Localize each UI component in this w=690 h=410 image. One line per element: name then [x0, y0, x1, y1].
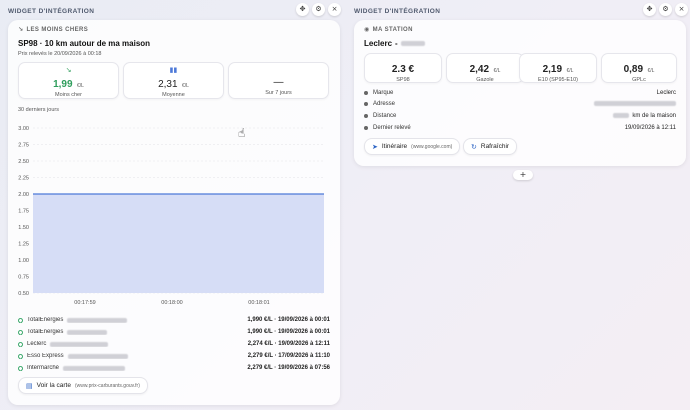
map-pin-icon — [18, 365, 25, 371]
y-tick-label: 1.75 — [18, 209, 29, 215]
gear-icon[interactable]: ⚙ — [312, 3, 325, 16]
location-icon: ◉ — [364, 27, 370, 33]
detail-distance: Distance km de la maison — [364, 110, 676, 121]
left-subtitle: Prix relevés le 20/09/2026 à 00:18 — [18, 51, 102, 57]
chart-caption: 30 derniers jours — [18, 107, 59, 113]
map-pin-icon — [18, 353, 25, 359]
right-widget-actions: ✥ ⚙ × — [643, 3, 688, 16]
move-icon[interactable]: ✥ — [643, 3, 656, 16]
right-title: Leclerc - — [364, 39, 425, 48]
station-row[interactable]: TotalEnergies 1,990 €/L · 19/09/2026 à 0… — [18, 326, 330, 338]
y-tick-label: 1.25 — [18, 242, 29, 248]
map-pin-icon — [18, 317, 25, 323]
x-tick-label: 00:18:01 — [248, 300, 269, 306]
close-icon[interactable]: × — [675, 3, 688, 16]
detail-marque: Marque Leclerc — [364, 87, 676, 98]
y-tick-label: 2.50 — [18, 159, 29, 165]
right-section-label: ◉ MA STATION — [364, 26, 413, 34]
y-tick-label: 2.25 — [18, 176, 29, 182]
y-tick-label: 3.00 — [18, 126, 29, 132]
navigation-arrow-icon: ➤ — [372, 142, 378, 151]
y-tick-label: 1.50 — [18, 225, 29, 231]
view-map-button[interactable]: ▤ Voir la carte (www.prix-carburants.gou… — [18, 377, 148, 394]
y-tick-label: 0.50 — [18, 291, 29, 297]
y-tick-label: 2.00 — [18, 192, 29, 198]
station-row[interactable]: Intermarché 2,279 €/L · 19/09/2026 à 07:… — [18, 362, 330, 374]
stat-value: — — [273, 77, 284, 88]
price-gplc: 0,89 €/L GPLc — [601, 53, 677, 83]
map-pin-icon — [18, 329, 25, 335]
x-tick-label: 00:17:59 — [74, 300, 95, 306]
stat-label: Moyenne — [162, 92, 185, 98]
bar-chart-icon: ▮▮ — [169, 67, 178, 74]
x-tick-label: 00:18:00 — [161, 300, 182, 306]
right-widget-header: WIDGET D'INTÉGRATION — [354, 7, 441, 15]
station-row[interactable]: Esso Express 2,279 €/L · 17/09/2026 à 11… — [18, 350, 330, 362]
map-pin-icon — [18, 341, 25, 347]
left-widget-header: WIDGET D'INTÉGRATION — [8, 7, 95, 15]
mouse-cursor-icon: ☝ — [238, 126, 246, 140]
left-section-label: ↘ LES MOINS CHERS — [18, 26, 89, 34]
detail-adresse: Adresse — [364, 98, 676, 109]
price-e10: 2,19 €/L E10 (SP95-E10) — [519, 53, 597, 83]
refresh-icon: ↻ — [471, 142, 477, 151]
close-icon[interactable]: × — [328, 3, 341, 16]
station-row[interactable]: Leclerc 2,274 €/L · 19/09/2026 à 12:11 — [18, 338, 330, 350]
price-sp98: 2.3 € SP98 — [364, 53, 442, 83]
stat-cheapest: ↘ 1,99 €/L Moins cher — [18, 62, 119, 99]
y-tick-label: 2.75 — [18, 143, 29, 149]
y-tick-label: 1.00 — [18, 258, 29, 264]
stat-value: 2,31 — [158, 79, 178, 90]
station-row[interactable]: TotalEnergies 1,990 €/L · 19/09/2026 à 0… — [18, 314, 330, 326]
trend-down-icon: ↘ — [65, 67, 72, 74]
detail-releve: Dernier relevé 19/09/2026 à 12:11 — [364, 122, 676, 133]
stat-average: ▮▮ 2,31 €/L Moyenne — [123, 62, 224, 99]
left-widget-actions: ✥ ⚙ × — [296, 3, 341, 16]
stat-label: Moins cher — [55, 92, 82, 98]
stat-label: Sur 7 jours — [265, 90, 292, 96]
stat-value: 1,99 — [53, 79, 73, 90]
left-title: SP98 · 10 km autour de ma maison — [18, 39, 151, 48]
price-gazole: 2,42 €/L Gazole — [446, 53, 524, 83]
itinerary-button[interactable]: ➤ Itinéraire (www.google.com) — [364, 138, 461, 155]
price-chart: 3.00 2.75 2.50 2.25 2.00 1.75 1.50 1.25 1.00 0.75… — [18, 126, 324, 306]
stat-7days: — Sur 7 jours — [228, 62, 329, 99]
add-widget-button[interactable]: + — [513, 170, 533, 180]
trend-down-icon: ↘ — [18, 27, 24, 33]
map-icon: ▤ — [26, 381, 33, 390]
y-tick-label: 0.75 — [18, 275, 29, 281]
chart-area — [33, 194, 324, 293]
refresh-button[interactable]: ↻ Rafraîchir — [463, 138, 518, 155]
gear-icon[interactable]: ⚙ — [659, 3, 672, 16]
move-icon[interactable]: ✥ — [296, 3, 309, 16]
